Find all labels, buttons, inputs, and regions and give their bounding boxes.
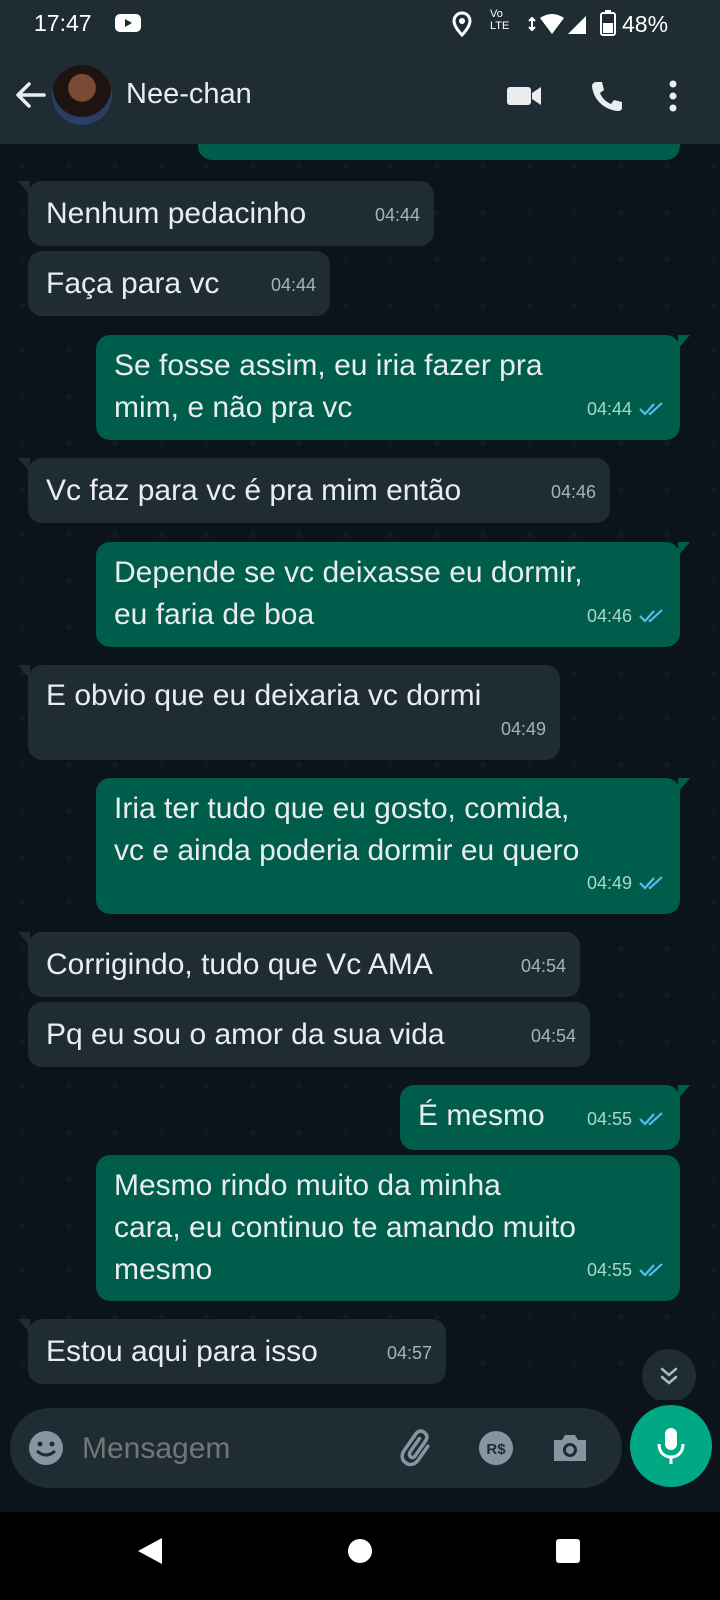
message-meta: 04:46 xyxy=(587,595,666,637)
attach-icon[interactable] xyxy=(398,1428,438,1468)
signal-wifi-icon xyxy=(528,14,586,34)
message-text: Pq eu sou o amor da sua vida xyxy=(46,1018,445,1051)
video-call-icon[interactable] xyxy=(505,78,543,114)
message-bubble-incoming[interactable]: Estou aqui para isso 04:57 xyxy=(18,1319,446,1384)
nav-home-icon[interactable] xyxy=(346,1536,374,1566)
message-bubble-incoming[interactable]: Corrigindo, tudo que Vc AMA 04:54 xyxy=(18,932,580,997)
message-meta: 04:55 xyxy=(587,1249,666,1291)
contact-avatar[interactable] xyxy=(52,65,112,125)
notification-app-icon xyxy=(115,14,141,32)
double-chevron-down-icon xyxy=(660,1367,678,1385)
message-text: Se fosse assim, eu iria fazer pra mim, e… xyxy=(114,349,543,424)
message-time: 04:49 xyxy=(500,719,546,739)
message-time: 04:44 xyxy=(270,275,316,295)
message-bubble-incoming[interactable]: Faça para vc 04:44 xyxy=(28,251,330,316)
message-input[interactable] xyxy=(80,1424,384,1474)
message-bubble-incoming[interactable]: Nenhum pedacinho 04:44 xyxy=(18,181,434,246)
message-bubble-outgoing[interactable]: 04:42 xyxy=(198,144,680,160)
message-bubble-outgoing[interactable]: Iria ter tudo que eu gosto, comida, vc e… xyxy=(96,778,690,914)
message-time: 04:54 xyxy=(530,1026,576,1046)
message-text: É mesmo xyxy=(418,1099,545,1132)
message-text: Iria ter tudo que eu gosto, comida, vc e… xyxy=(114,792,580,867)
message-text: Faça para vc xyxy=(46,267,220,300)
voice-message-button[interactable] xyxy=(630,1405,712,1487)
message-bubble-outgoing[interactable]: É mesmo 04:55 xyxy=(400,1085,690,1150)
message-time: 04:54 xyxy=(520,956,566,976)
read-receipt-icon xyxy=(639,1263,663,1277)
read-receipt-icon xyxy=(639,402,663,416)
nav-recents-icon[interactable] xyxy=(554,1536,582,1566)
more-options-icon[interactable] xyxy=(666,78,680,114)
message-time: 04:44 xyxy=(586,399,632,419)
contact-name[interactable]: Nee-chan xyxy=(126,78,252,111)
message-time: 04:42 xyxy=(587,144,632,156)
message-time: 04:46 xyxy=(586,606,632,626)
message-text: Vc faz para vc é pra mim então xyxy=(46,474,462,507)
message-meta: 04:55 xyxy=(587,1098,666,1140)
message-time: 04:49 xyxy=(586,873,632,893)
volte-indicator: Vo LTE xyxy=(490,8,510,32)
microphone-icon xyxy=(657,1428,685,1464)
back-arrow-icon[interactable] xyxy=(14,78,48,112)
message-bubble-outgoing[interactable]: Depende se vc deixasse eu dormir, eu far… xyxy=(96,542,690,647)
system-navigation-bar xyxy=(0,1512,720,1600)
message-bubble-outgoing[interactable]: Se fosse assim, eu iria fazer pra mim, e… xyxy=(96,335,690,440)
message-meta: 04:42 xyxy=(587,144,666,156)
scroll-to-bottom-button[interactable] xyxy=(642,1349,696,1400)
status-bar: 17:47 Vo LTE 48% xyxy=(0,0,720,48)
battery-percent: 48% xyxy=(622,11,669,37)
message-list[interactable]: 04:42 Nenhum pedacinho 04:44 Faça para v… xyxy=(0,144,720,1400)
payment-icon[interactable]: R$ xyxy=(476,1428,516,1468)
message-text: Corrigindo, tudo que Vc AMA xyxy=(46,948,433,981)
message-time: 04:55 xyxy=(586,1109,632,1129)
message-meta: 04:44 xyxy=(587,388,666,430)
location-icon xyxy=(452,11,472,37)
message-time: 04:44 xyxy=(374,205,420,225)
message-bubble-incoming[interactable]: E obvio que eu deixaria vc dormi 04:49 xyxy=(18,665,560,760)
chat-header: Nee-chan xyxy=(0,48,720,144)
message-text: Depende se vc deixasse eu dormir, eu far… xyxy=(114,556,583,631)
message-bubble-outgoing[interactable]: Mesmo rindo muito da minha cara, eu cont… xyxy=(96,1155,680,1301)
message-text: Estou aqui para isso xyxy=(46,1335,318,1368)
status-time: 17:47 xyxy=(34,10,92,36)
camera-icon[interactable] xyxy=(550,1428,590,1468)
nav-back-icon[interactable] xyxy=(136,1536,164,1566)
message-meta: 04:49 xyxy=(587,862,666,904)
svg-text:R$: R$ xyxy=(486,1441,506,1458)
read-receipt-icon xyxy=(639,609,663,623)
message-text: E obvio que eu deixaria vc dormi xyxy=(46,679,482,712)
emoji-icon[interactable] xyxy=(26,1428,66,1468)
read-receipt-icon xyxy=(639,1112,663,1126)
message-bubble-incoming[interactable]: Pq eu sou o amor da sua vida 04:54 xyxy=(28,1002,590,1067)
message-text: Nenhum pedacinho xyxy=(46,197,307,230)
battery-icon xyxy=(600,10,616,36)
message-composer: R$ xyxy=(10,1408,622,1488)
message-text: Mesmo rindo muito da minha cara, eu cont… xyxy=(114,1169,576,1286)
read-receipt-icon xyxy=(639,876,663,890)
message-time: 04:46 xyxy=(550,482,596,502)
message-bubble-incoming[interactable]: Vc faz para vc é pra mim então 04:46 xyxy=(18,458,610,523)
message-time: 04:57 xyxy=(386,1343,432,1363)
message-time: 04:55 xyxy=(586,1260,632,1280)
voice-call-icon[interactable] xyxy=(588,78,626,114)
